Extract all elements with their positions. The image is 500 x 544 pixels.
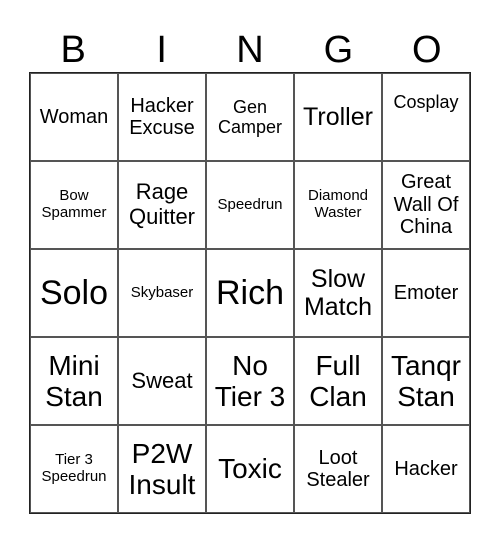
bingo-cell[interactable]: Troller — [294, 73, 382, 161]
bingo-cell[interactable]: No Tier 3 — [206, 337, 294, 425]
bingo-header: B I N G O — [29, 28, 471, 72]
bingo-cell[interactable]: Loot Stealer — [294, 425, 382, 513]
header-letter-g: G — [323, 29, 354, 71]
bingo-cell[interactable]: Speedrun — [206, 161, 294, 249]
bingo-cell[interactable]: Emoter — [382, 249, 470, 337]
bingo-cell[interactable]: Toxic — [206, 425, 294, 513]
bingo-cell[interactable]: Great Wall Of China — [382, 161, 470, 249]
bingo-cell[interactable]: P2W Insult — [118, 425, 206, 513]
bingo-cell[interactable]: Full Clan — [294, 337, 382, 425]
bingo-cell[interactable]: Gen Camper — [206, 73, 294, 161]
bingo-cell[interactable]: Rich — [206, 249, 294, 337]
bingo-cell[interactable]: Mini Stan — [30, 337, 118, 425]
bingo-cell[interactable]: Rage Quitter — [118, 161, 206, 249]
header-letter-i: I — [156, 29, 167, 71]
bingo-cell[interactable]: Tanqr Stan — [382, 337, 470, 425]
bingo-cell[interactable]: Hacker — [382, 425, 470, 513]
bingo-cell[interactable]: Skybaser — [118, 249, 206, 337]
bingo-cell[interactable]: Slow Match — [294, 249, 382, 337]
header-letter-b: B — [60, 29, 86, 71]
bingo-cell[interactable]: Bow Spammer — [30, 161, 118, 249]
header-letter-o: O — [412, 29, 442, 71]
bingo-cell[interactable]: Diamond Waster — [294, 161, 382, 249]
bingo-cell[interactable]: Cosplay — [382, 73, 470, 161]
bingo-cell[interactable]: Sweat — [118, 337, 206, 425]
bingo-cell[interactable]: Woman — [30, 73, 118, 161]
bingo-cell[interactable]: Tier 3 Speedrun — [30, 425, 118, 513]
bingo-cell[interactable]: Solo — [30, 249, 118, 337]
header-letter-n: N — [236, 29, 264, 71]
bingo-grid: Woman Hacker Excuse Gen Camper Troller C… — [29, 72, 471, 514]
bingo-cell[interactable]: Hacker Excuse — [118, 73, 206, 161]
